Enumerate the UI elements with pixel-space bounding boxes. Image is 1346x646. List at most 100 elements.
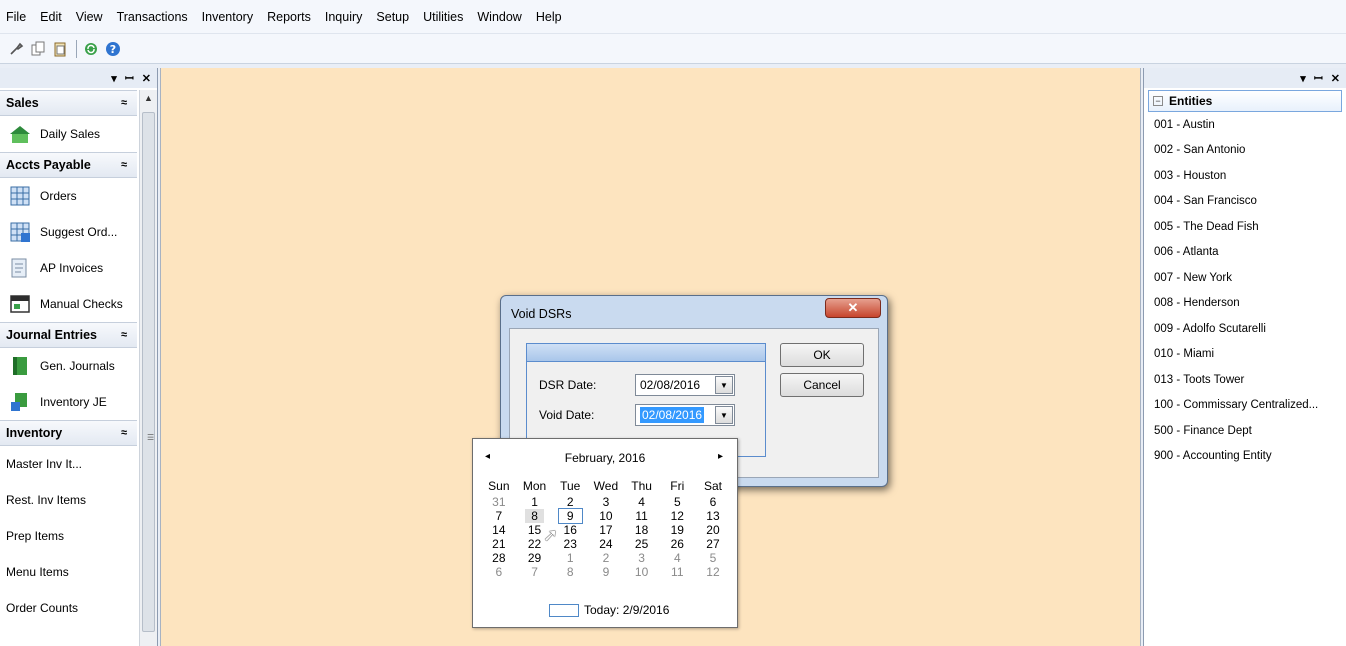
menu-utilities[interactable]: Utilities	[423, 10, 463, 24]
entity-item[interactable]: 010 - Miami	[1144, 342, 1346, 368]
pin-icon[interactable]: ꟷ	[1314, 71, 1323, 86]
calendar-day[interactable]: 7	[481, 509, 517, 523]
calendar-day[interactable]: 10	[588, 509, 624, 523]
wrench-icon[interactable]	[6, 39, 26, 59]
calendar-day[interactable]: 4	[624, 495, 660, 509]
today-link[interactable]: Today: 2/9/2016	[549, 603, 669, 617]
menu-reports[interactable]: Reports	[267, 10, 311, 24]
calendar-day[interactable]: 6	[695, 495, 731, 509]
calendar-day[interactable]: 2	[552, 495, 588, 509]
menu-setup[interactable]: Setup	[376, 10, 409, 24]
calendar-day[interactable]: 1	[552, 551, 588, 565]
calendar-day[interactable]: 3	[588, 495, 624, 509]
nav-item-ap-invoices[interactable]: AP Invoices	[0, 250, 137, 286]
collapse-icon[interactable]: ≈	[121, 329, 127, 341]
nav-item-orders[interactable]: Orders	[0, 178, 137, 214]
entity-item[interactable]: 003 - Houston	[1144, 163, 1346, 189]
calendar-day[interactable]: 6	[481, 565, 517, 579]
entity-item[interactable]: 002 - San Antonio	[1144, 138, 1346, 164]
calendar-day[interactable]: 26	[659, 537, 695, 551]
dropdown-arrow-icon[interactable]: ▼	[715, 376, 733, 394]
calendar-day[interactable]: 31	[481, 495, 517, 509]
pin-icon[interactable]: ꟷ	[125, 71, 134, 86]
entity-item[interactable]: 013 - Toots Tower	[1144, 367, 1346, 393]
collapse-icon[interactable]: ≈	[121, 159, 127, 171]
nav-item-manual-checks[interactable]: Manual Checks	[0, 286, 137, 322]
calendar-day[interactable]: 4	[659, 551, 695, 565]
menu-transactions[interactable]: Transactions	[117, 10, 188, 24]
calendar-day[interactable]: 19	[659, 523, 695, 537]
help-icon[interactable]: ?	[103, 39, 123, 59]
group-header-accts-payable[interactable]: Accts Payable ≈	[0, 152, 137, 178]
calendar-day[interactable]: 12	[659, 509, 695, 523]
collapse-icon[interactable]: ≈	[121, 427, 127, 439]
menu-inventory[interactable]: Inventory	[202, 10, 253, 24]
menu-view[interactable]: View	[76, 10, 103, 24]
void-date-picker[interactable]: 02/08/2016 ▼	[635, 404, 735, 426]
dialog-close-button[interactable]: ✕	[825, 298, 881, 318]
group-header-journal-entries[interactable]: Journal Entries ≈	[0, 322, 137, 348]
calendar-day[interactable]: 1	[517, 495, 553, 509]
calendar-day[interactable]: 29	[517, 551, 553, 565]
calendar-day[interactable]: 20	[695, 523, 731, 537]
close-icon[interactable]: ✕	[142, 72, 151, 85]
nav-item-gen-journals[interactable]: Gen. Journals	[0, 348, 137, 384]
nav-item-daily-sales[interactable]: Daily Sales	[0, 116, 137, 152]
calendar-day[interactable]: 25	[624, 537, 660, 551]
collapse-icon[interactable]: ≈	[121, 97, 127, 109]
menu-inquiry[interactable]: Inquiry	[325, 10, 363, 24]
calendar-day[interactable]: 10	[624, 565, 660, 579]
calendar-day[interactable]: 14	[481, 523, 517, 537]
nav-item-rest-inv-items[interactable]: Rest. Inv Items	[0, 482, 137, 518]
scroll-thumb[interactable]: ☰	[142, 112, 155, 632]
nav-item-inventory-je[interactable]: Inventory JE	[0, 384, 137, 420]
menu-file[interactable]: File	[6, 10, 26, 24]
calendar-day[interactable]: 9	[552, 508, 588, 524]
entity-item[interactable]: 100 - Commissary Centralized...	[1144, 393, 1346, 419]
calendar-day[interactable]: 27	[695, 537, 731, 551]
group-header-inventory[interactable]: Inventory ≈	[0, 420, 137, 446]
calendar-day[interactable]: 11	[624, 509, 660, 523]
entity-item[interactable]: 900 - Accounting Entity	[1144, 444, 1346, 470]
entity-item[interactable]: 006 - Atlanta	[1144, 240, 1346, 266]
entity-item[interactable]: 500 - Finance Dept	[1144, 418, 1346, 444]
calendar-day[interactable]: 24	[588, 537, 624, 551]
left-scrollbar[interactable]: ▲ ☰	[139, 90, 157, 646]
paste-icon[interactable]	[50, 39, 70, 59]
close-icon[interactable]: ✕	[1331, 72, 1340, 85]
calendar-day[interactable]: 11	[659, 565, 695, 579]
menu-edit[interactable]: Edit	[40, 10, 62, 24]
entity-item[interactable]: 007 - New York	[1144, 265, 1346, 291]
nav-item-prep-items[interactable]: Prep Items	[0, 518, 137, 554]
calendar-day[interactable]: 5	[659, 495, 695, 509]
calendar-day[interactable]: 7	[517, 565, 553, 579]
calendar-day[interactable]: 9	[588, 565, 624, 579]
copy-icon[interactable]	[28, 39, 48, 59]
entity-item[interactable]: 009 - Adolfo Scutarelli	[1144, 316, 1346, 342]
entity-item[interactable]: 004 - San Francisco	[1144, 189, 1346, 215]
entity-item[interactable]: 005 - The Dead Fish	[1144, 214, 1346, 240]
collapse-minus-icon[interactable]: −	[1153, 96, 1163, 106]
calendar-day[interactable]: 8	[552, 565, 588, 579]
dsr-date-picker[interactable]: 02/08/2016 ▼	[635, 374, 735, 396]
entity-item[interactable]: 008 - Henderson	[1144, 291, 1346, 317]
menu-window[interactable]: Window	[477, 10, 521, 24]
calendar-day[interactable]: 5	[695, 551, 731, 565]
calendar-day[interactable]: 21	[481, 537, 517, 551]
entities-tree-header[interactable]: − Entities	[1148, 90, 1342, 112]
dropdown-arrow-icon[interactable]: ▼	[715, 406, 733, 424]
calendar-day[interactable]: 28	[481, 551, 517, 565]
ok-button[interactable]: OK	[780, 343, 864, 367]
panel-dropdown-icon[interactable]: ▾	[1300, 72, 1306, 85]
entity-item[interactable]: 001 - Austin	[1144, 112, 1346, 138]
nav-item-order-counts[interactable]: Order Counts	[0, 590, 137, 626]
group-header-sales[interactable]: Sales ≈	[0, 90, 137, 116]
calendar-day[interactable]: 2	[588, 551, 624, 565]
nav-item-menu-items[interactable]: Menu Items	[0, 554, 137, 590]
menu-help[interactable]: Help	[536, 10, 562, 24]
refresh-icon[interactable]	[81, 39, 101, 59]
nav-item-master-inv-items[interactable]: Master Inv It...	[0, 446, 137, 482]
calendar-day[interactable]: 8	[517, 509, 553, 523]
cancel-button[interactable]: Cancel	[780, 373, 864, 397]
next-month-icon[interactable]: ▸	[718, 451, 723, 462]
